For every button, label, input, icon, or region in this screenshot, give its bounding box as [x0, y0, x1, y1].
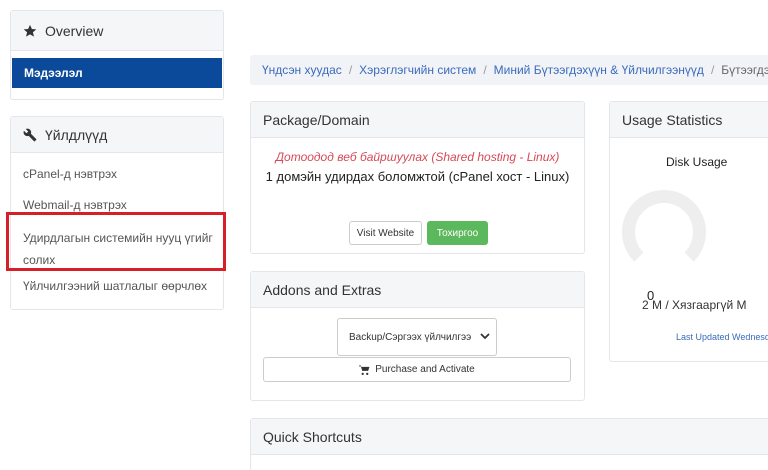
disk-usage-title: Disk Usage: [666, 155, 728, 169]
actions-title: Үйлдлүүд: [45, 126, 108, 143]
cart-icon: [359, 364, 370, 375]
settings-button[interactable]: Тохиргоо: [427, 221, 488, 245]
package-type: Дотоодод веб байршуулах (Shared hosting …: [275, 150, 560, 164]
addons-panel: Addons and Extras Backup/Сэргээх үйлчилг…: [250, 271, 585, 401]
breadcrumb-current: Бүтээгдэхүүн: [721, 63, 768, 77]
quick-shortcuts-panel: Quick Shortcuts: [250, 418, 768, 470]
wrench-icon: [23, 128, 37, 141]
breadcrumb: Үндсэн хуудас / Хэрэглэгчийн систем / Ми…: [250, 55, 768, 85]
overview-header: Overview: [11, 11, 223, 51]
usage-statistics-header: Usage Statistics: [610, 102, 768, 138]
sidebar-item-upgrade[interactable]: Үйлчилгээний шатлалыг өөрчлөх: [23, 279, 207, 293]
overview-title: Overview: [45, 22, 104, 39]
package-domain-header: Package/Domain: [251, 102, 584, 138]
sidebar-item-cpanel-login[interactable]: cPanel-д нэвтрэх: [23, 167, 117, 181]
package-domain-panel: Package/Domain Дотоодод веб байршуулах (…: [250, 101, 585, 254]
purchase-activate-label: Purchase and Activate: [375, 364, 475, 375]
actions-header: Үйлдлүүд: [11, 117, 223, 153]
sidebar-item-info[interactable]: Мэдээлэл: [12, 58, 222, 88]
chevron-down-icon: [480, 333, 490, 340]
addon-select[interactable]: Backup/Сэргээх үйлчилгээ: [337, 318, 497, 356]
red-highlight-box: [6, 212, 226, 271]
quick-shortcuts-header: Quick Shortcuts: [251, 419, 768, 455]
breadcrumb-home[interactable]: Үндсэн хуудас: [262, 63, 342, 77]
breadcrumb-client-area[interactable]: Хэрэглэгчийн систем: [359, 63, 476, 77]
disk-usage-text: 2 M / Хязгааргүй M: [642, 298, 747, 312]
purchase-activate-button[interactable]: Purchase and Activate: [263, 357, 571, 382]
last-updated-link[interactable]: Last Updated Wednesd: [676, 332, 768, 342]
usage-statistics-panel: Usage Statistics Disk Usage 0 2 M / Хязг…: [609, 101, 768, 362]
package-description: 1 домэйн удирдах боломжтой (cPanel хост …: [265, 169, 570, 184]
overview-panel: Overview Мэдээлэл: [10, 10, 224, 100]
disk-usage-gauge: [622, 190, 706, 262]
addons-header: Addons and Extras: [251, 272, 584, 308]
star-icon: [23, 24, 37, 37]
breadcrumb-products-services[interactable]: Миний Бүтээгдэхүүн & Үйлчилгээнүүд: [494, 63, 704, 77]
sidebar-item-webmail-login[interactable]: Webmail-д нэвтрэх: [23, 198, 127, 212]
visit-website-button[interactable]: Visit Website: [349, 221, 422, 245]
addon-select-value: Backup/Сэргээх үйлчилгээ: [349, 331, 472, 343]
